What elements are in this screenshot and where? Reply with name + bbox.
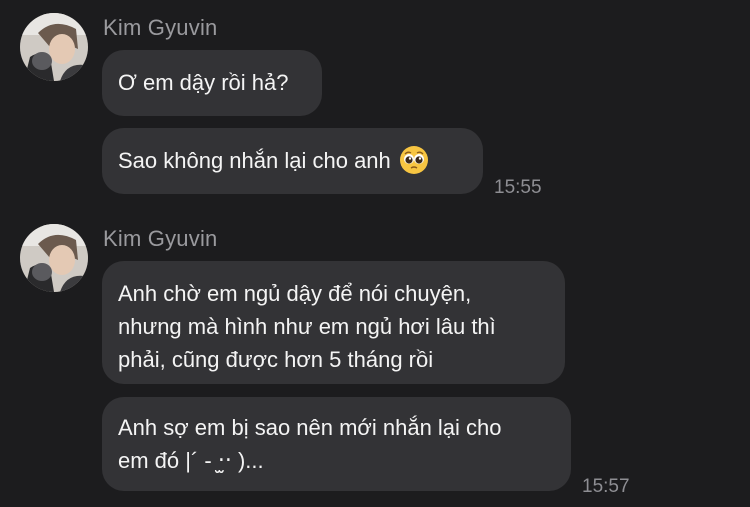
sender-name: Kim Gyuvin	[103, 15, 218, 40]
timestamp: 15:57	[582, 476, 630, 497]
message-text: Sao không nhắn lại cho anh	[118, 148, 391, 173]
pleading-face-icon	[399, 146, 428, 174]
message-text-line: phải, cũng được hơn 5 tháng rồi	[118, 347, 434, 372]
message-bubble[interactable]: Anh sợ em bị sao nên mới nhắn lại cho em…	[102, 397, 571, 491]
avatar[interactable]	[20, 224, 88, 292]
message-bubble[interactable]: Sao không nhắn lại cho anh	[102, 128, 483, 194]
avatar-photo-icon	[20, 13, 88, 81]
timestamp: 15:55	[494, 177, 542, 198]
message-bubble[interactable]: Ơ em dậy rồi hả?	[102, 50, 322, 116]
message-text-line: nhưng mà hình như em ngủ hơi lâu thì	[118, 314, 496, 339]
avatar[interactable]	[20, 13, 88, 81]
sender-name: Kim Gyuvin	[103, 226, 218, 251]
message-bubble[interactable]: Anh chờ em ngủ dậy để nói chuyện, nhưng …	[102, 261, 565, 384]
avatar-photo-icon	[20, 224, 88, 292]
message-text: Ơ em dậy rồi hả?	[118, 70, 289, 95]
message-text-line: em đó |´ - ‧̫‧ )...	[118, 448, 264, 473]
message-text-line: Anh chờ em ngủ dậy để nói chuyện,	[118, 281, 472, 306]
message-text-line: Anh sợ em bị sao nên mới nhắn lại cho	[118, 415, 502, 440]
